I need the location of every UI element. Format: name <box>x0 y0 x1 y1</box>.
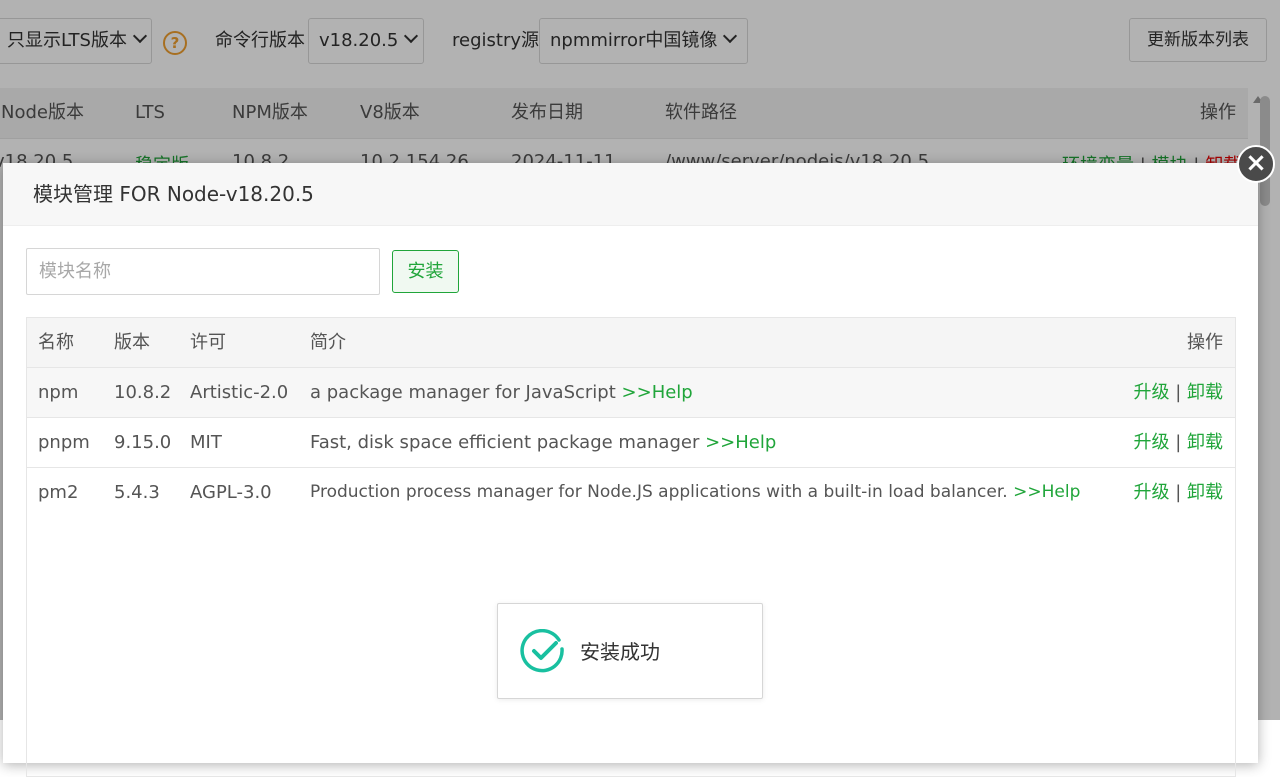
close-icon[interactable]: × <box>1237 145 1275 183</box>
help-link[interactable]: >>Help <box>1013 482 1080 502</box>
upgrade-link[interactable]: 升级 <box>1133 432 1169 453</box>
module-name: pm2 <box>38 482 79 503</box>
module-description: a package manager for JavaScript >>Help <box>310 368 693 417</box>
module-license: AGPL-3.0 <box>190 482 272 503</box>
module-version: 10.8.2 <box>114 382 172 403</box>
header-version: 版本 <box>114 332 150 353</box>
table-row: pm2 5.4.3 AGPL-3.0 Production process ma… <box>27 468 1235 517</box>
uninstall-link[interactable]: 卸载 <box>1187 382 1223 403</box>
uninstall-link[interactable]: 卸载 <box>1187 432 1223 453</box>
module-name-input[interactable] <box>26 248 380 295</box>
header-description: 简介 <box>310 332 346 353</box>
header-name: 名称 <box>38 332 74 353</box>
module-license: Artistic-2.0 <box>190 382 289 403</box>
module-description: Fast, disk space efficient package manag… <box>310 418 776 467</box>
description-text: a package manager for JavaScript <box>310 382 616 403</box>
upgrade-link[interactable]: 升级 <box>1133 482 1169 503</box>
description-text: Production process manager for Node.JS a… <box>310 482 1008 502</box>
help-link[interactable]: >>Help <box>622 382 693 403</box>
module-version: 9.15.0 <box>114 432 172 453</box>
modules-table-header: 名称 版本 许可 简介 操作 <box>27 318 1235 368</box>
module-description: Production process manager for Node.JS a… <box>310 468 1080 517</box>
toast-message: 安装成功 <box>580 640 660 664</box>
header-actions: 操作 <box>1187 332 1223 353</box>
upgrade-link[interactable]: 升级 <box>1133 382 1169 403</box>
row-actions: 升级 | 卸载 <box>1133 418 1223 467</box>
separator: | <box>1175 432 1182 453</box>
module-license: MIT <box>190 432 222 453</box>
help-link[interactable]: >>Help <box>705 432 776 453</box>
modules-table: 名称 版本 许可 简介 操作 npm 10.8.2 Artistic-2.0 a… <box>26 317 1236 777</box>
install-button[interactable]: 安装 <box>392 250 459 293</box>
separator: | <box>1175 382 1182 403</box>
description-text: Fast, disk space efficient package manag… <box>310 432 700 453</box>
row-actions: 升级 | 卸载 <box>1133 368 1223 417</box>
module-version: 5.4.3 <box>114 482 160 503</box>
check-circle-icon <box>520 629 564 673</box>
uninstall-link[interactable]: 卸载 <box>1187 482 1223 503</box>
module-name: npm <box>38 382 79 403</box>
row-actions: 升级 | 卸载 <box>1133 468 1223 517</box>
success-toast: 安装成功 <box>497 603 763 699</box>
table-row: pnpm 9.15.0 MIT Fast, disk space efficie… <box>27 418 1235 468</box>
separator: | <box>1175 482 1182 503</box>
header-license: 许可 <box>190 332 226 353</box>
table-row: npm 10.8.2 Artistic-2.0 a package manage… <box>27 368 1235 418</box>
module-name: pnpm <box>38 432 90 453</box>
dialog-title: 模块管理 FOR Node-v18.20.5 <box>3 163 1258 226</box>
